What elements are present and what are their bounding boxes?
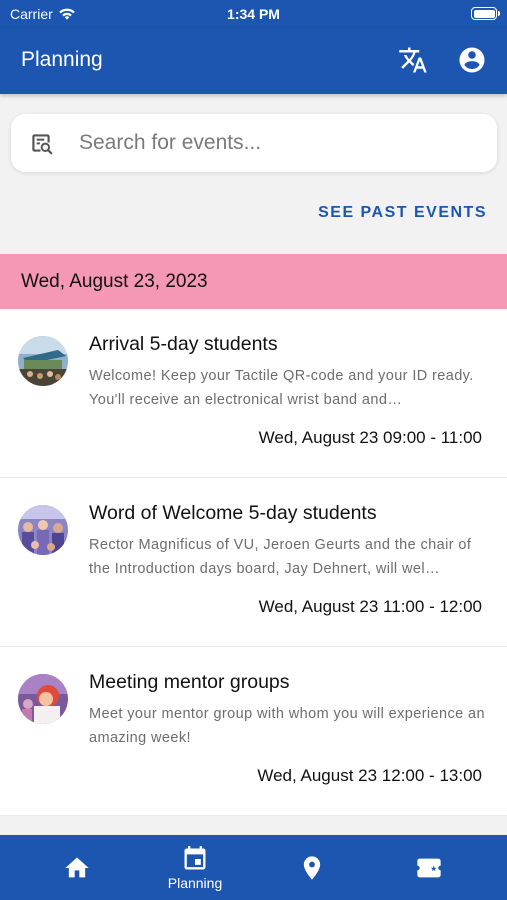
nav-tickets[interactable] <box>379 835 479 900</box>
event-avatar <box>18 336 68 386</box>
search-event-icon <box>32 134 53 155</box>
event-avatar <box>18 674 68 724</box>
date-section-header: Wed, August 23, 2023 <box>0 254 507 309</box>
event-avatar <box>18 505 68 555</box>
search-bar <box>11 114 497 172</box>
account-circle-icon <box>459 47 485 73</box>
event-title: Meeting mentor groups <box>89 671 290 693</box>
nav-home[interactable] <box>27 835 127 900</box>
ticket-icon <box>417 858 441 877</box>
event-time: Wed, August 23 11:00 - 12:00 <box>258 597 482 616</box>
event-list: Arrival 5-day students Welcome! Keep you… <box>0 309 507 816</box>
translate-button[interactable] <box>397 44 429 76</box>
account-button[interactable] <box>456 44 488 76</box>
app-bar: Planning <box>0 28 507 94</box>
see-past-events-link[interactable]: SEE PAST EVENTS <box>318 204 487 222</box>
event-time: Wed, August 23 12:00 - 13:00 <box>257 766 482 785</box>
nav-planning[interactable]: Planning <box>145 835 245 900</box>
bottom-navigation: Planning <box>0 835 507 900</box>
event-card[interactable]: Arrival 5-day students Welcome! Keep you… <box>0 309 507 478</box>
date-header-label: Wed, August 23, 2023 <box>21 271 208 292</box>
nav-planning-label: Planning <box>167 874 223 891</box>
event-description: Rector Magnificus of VU, Jeroen Geurts a… <box>89 537 472 577</box>
status-bar: Carrier 1:34 PM <box>0 0 507 28</box>
translate-icon <box>399 47 427 73</box>
home-icon <box>65 857 89 877</box>
calendar-icon <box>184 845 206 869</box>
event-card[interactable]: Meeting mentor groups Meet your mentor g… <box>0 647 507 816</box>
event-card[interactable]: Word of Welcome 5-day students Rector Ma… <box>0 478 507 647</box>
page-title: Planning <box>21 48 103 71</box>
event-title: Word of Welcome 5-day students <box>89 502 377 524</box>
event-description: Welcome! Keep your Tactile QR-code and y… <box>89 368 474 408</box>
location-pin-icon <box>303 855 321 880</box>
event-description: Meet your mentor group with whom you wil… <box>89 706 485 746</box>
event-time: Wed, August 23 09:00 - 11:00 <box>258 428 482 447</box>
nav-map[interactable] <box>262 835 362 900</box>
search-input[interactable] <box>79 124 479 162</box>
event-title: Arrival 5-day students <box>89 333 278 355</box>
battery-icon <box>471 7 500 20</box>
clock: 1:34 PM <box>227 6 280 22</box>
